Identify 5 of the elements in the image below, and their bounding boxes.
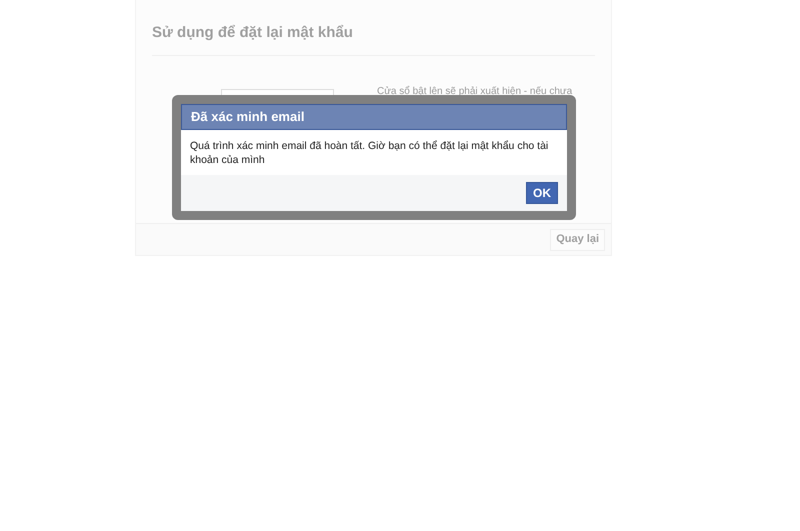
dialog-title: Đã xác minh email [191,108,304,126]
hint-text: Cửa sổ bật lên sẽ phải xuất hiện - nếu chưa [377,86,572,98]
ok-button[interactable]: OK [526,182,558,204]
section-heading: Sử dụng để đặt lại mật khẩu [152,23,354,43]
dialog-message: Quá trình xác minh email đã hoàn tất. Giờ bạn có thể đặt lại mật khẩu cho tài khoản của mình [190,139,550,167]
